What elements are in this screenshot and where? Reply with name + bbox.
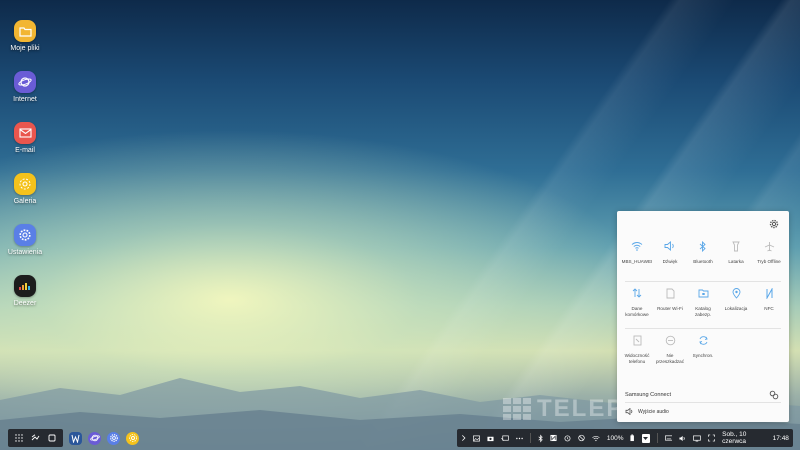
navigation-group (8, 429, 63, 447)
desktop-icon-label: Galeria (13, 198, 37, 205)
tile-label: Dane komórkowe (625, 306, 649, 317)
tile-label: NFC (764, 306, 774, 311)
airplane-icon (753, 239, 785, 253)
desktop-icon-label: E-mail (15, 147, 35, 154)
desktop-icon-internet[interactable]: Internet (4, 71, 46, 103)
alarm-icon[interactable] (564, 434, 571, 442)
do-not-disturb-icon[interactable] (578, 434, 585, 442)
tile-label: Katalog zabezp. (694, 306, 712, 317)
folder-icon (14, 20, 36, 42)
recent-apps-icon[interactable] (31, 434, 40, 442)
phone-visibility-icon (621, 333, 653, 347)
tile-do-not-disturb[interactable]: Nie przeszkadzać (654, 333, 686, 365)
settings-icon[interactable] (107, 431, 120, 445)
screen-icon[interactable] (693, 435, 702, 442)
taskbar-left (8, 429, 158, 447)
desktop-icon-label: Moje pliki (10, 45, 40, 52)
tray-divider (656, 433, 658, 443)
tile-bluetooth[interactable]: Bluetooth (687, 239, 719, 265)
samsung-connect-icon[interactable] (769, 390, 779, 400)
tile-airplane-mode[interactable]: Tryb Offline (753, 239, 785, 265)
battery-percent: 100% (606, 434, 624, 442)
do-not-disturb-icon (654, 333, 686, 347)
chevron-down-icon[interactable] (641, 433, 650, 443)
gear-icon (14, 224, 36, 246)
keyboard-icon[interactable] (664, 435, 673, 441)
speaker-icon (625, 408, 633, 415)
tile-label: Dźwięk (662, 259, 678, 264)
location-icon (720, 286, 752, 300)
tile-wifi[interactable]: MBS_HUAWEI (621, 239, 653, 265)
apps-grid-icon[interactable] (15, 434, 23, 442)
desktop-icon-label: Internet (13, 96, 37, 103)
divider (625, 281, 781, 282)
tile-secure-folder[interactable]: Katalog zabezp. (687, 286, 719, 318)
tile-hotspot[interactable]: Router Wi-Fi (654, 286, 686, 312)
image-icon[interactable] (473, 435, 481, 442)
tile-mobile-data[interactable]: Dane komórkowe (621, 286, 653, 318)
planet-icon (14, 71, 36, 93)
divider (625, 402, 781, 403)
tile-label: Synchron. (692, 353, 714, 358)
tile-phone-visibility[interactable]: Widoczność telefonu (621, 333, 653, 365)
taskbar-right: 100% Sob., 10 czerwca 17:48 (457, 429, 793, 447)
desktop-icon-deezer[interactable]: Deezer (4, 275, 46, 307)
tile-label: MBS_HUAWEI (621, 259, 653, 264)
secure-folder-icon (687, 286, 719, 300)
speaker-icon (654, 239, 686, 253)
volume-icon[interactable] (679, 435, 686, 442)
tile-label: Bluetooth (693, 259, 713, 264)
time-label[interactable]: 17:48 (773, 435, 789, 442)
tile-label: Router Wi-Fi (657, 306, 683, 311)
flashlight-icon (720, 239, 752, 253)
tile-label: Nie przeszkadzać (655, 353, 685, 364)
divider (625, 328, 781, 329)
tile-label: Tryb Offline (757, 259, 781, 264)
internet-icon[interactable] (88, 431, 101, 445)
gear-icon[interactable] (769, 219, 779, 229)
cast-icon[interactable] (501, 435, 509, 442)
tray-divider (529, 433, 531, 443)
desktop-icon-email[interactable]: E-mail (4, 122, 46, 154)
chevron-right-icon[interactable] (461, 434, 466, 442)
tile-flashlight[interactable]: Latarka (720, 239, 752, 265)
hotspot-icon (654, 286, 686, 300)
nfc-icon (753, 286, 785, 300)
bluetooth-icon[interactable] (538, 434, 543, 443)
tile-label: Latarka (728, 259, 744, 264)
tile-nfc[interactable]: NFC (753, 286, 785, 312)
data-arrows-icon (621, 286, 653, 300)
flower-icon (14, 173, 36, 195)
camera-icon[interactable] (487, 435, 494, 442)
battery-icon (630, 434, 635, 442)
desktop-icon-label: Deezer (13, 300, 37, 307)
bluetooth-icon (687, 239, 719, 253)
tile-sync[interactable]: Synchron. (687, 333, 719, 359)
desktop-icon-galeria[interactable]: Galeria (4, 173, 46, 205)
date-label[interactable]: Sob., 10 czerwca (722, 431, 765, 445)
more-icon[interactable] (516, 437, 523, 440)
tile-location[interactable]: Lokalizacja (720, 286, 752, 312)
desktop-icon-label: Ustawienia (7, 249, 43, 256)
nfc-icon[interactable] (550, 434, 557, 442)
audio-output-row[interactable]: Wyjście audio (625, 408, 669, 415)
tile-sound[interactable]: Dźwięk (654, 239, 686, 265)
sync-icon (687, 333, 719, 347)
wifi-icon[interactable] (592, 435, 600, 442)
tile-label: Widoczność telefonu (624, 353, 650, 364)
wifi-icon (621, 239, 653, 253)
desktop-icon-ustawienia[interactable]: Ustawienia (4, 224, 46, 256)
mail-icon (14, 122, 36, 144)
word-icon[interactable] (69, 431, 82, 445)
desktop-icon-moje-pliki[interactable]: Moje pliki (4, 20, 46, 52)
gallery-icon[interactable] (126, 431, 139, 445)
fullscreen-icon[interactable] (708, 434, 716, 442)
samsung-connect-label[interactable]: Samsung Connect (625, 392, 671, 398)
watermark-logo-icon (503, 398, 531, 420)
home-icon[interactable] (48, 434, 56, 442)
audio-output-label: Wyjście audio (638, 408, 669, 415)
equalizer-icon (14, 275, 36, 297)
tile-label: Lokalizacja (724, 306, 748, 311)
quick-settings-panel: MBS_HUAWEI Dźwięk Bluetooth Latarka Tryb… (617, 211, 789, 422)
